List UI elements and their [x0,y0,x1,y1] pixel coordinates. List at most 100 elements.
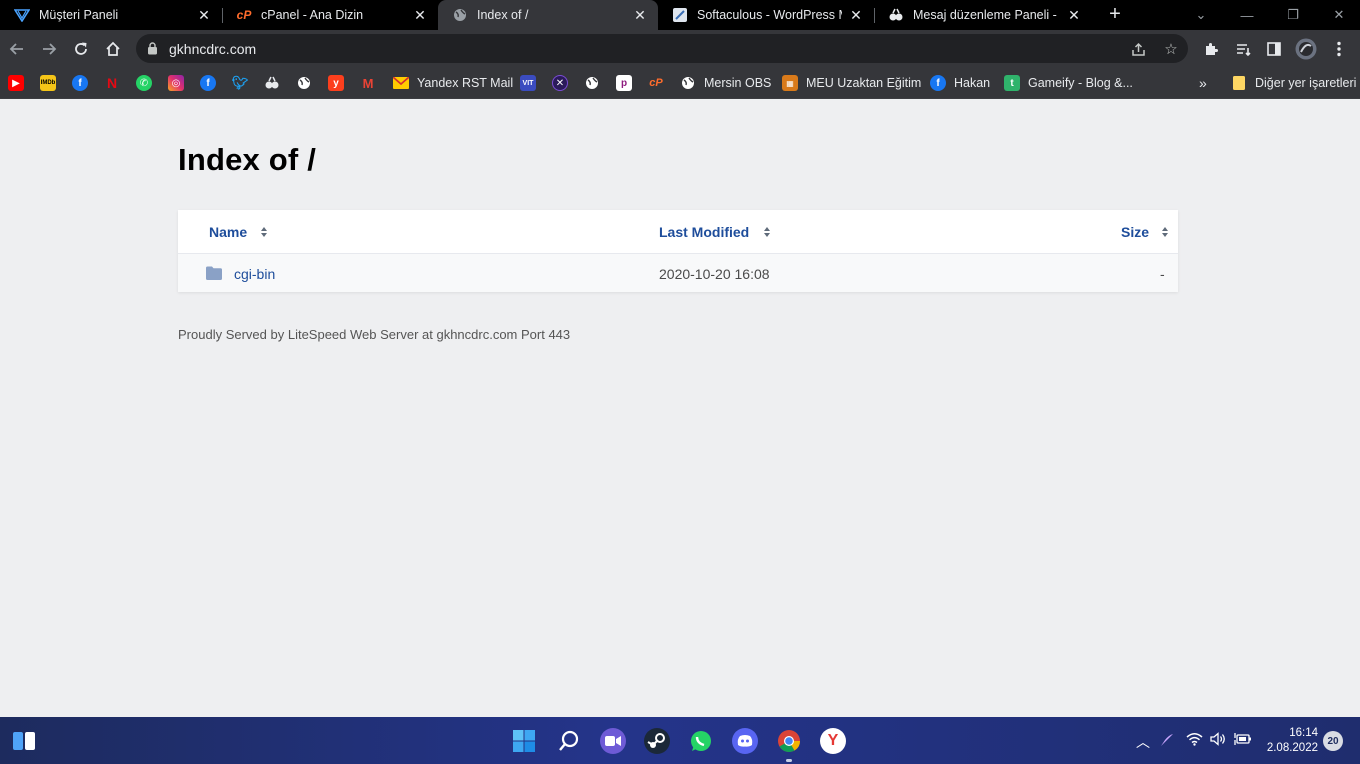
teams-chat-button[interactable] [600,728,626,754]
chevron-up-icon[interactable]: ︿ [1136,732,1150,752]
bookmark-facebook-2[interactable]: f [200,74,216,92]
steam-button[interactable] [644,728,670,754]
column-header-name[interactable]: Name [209,224,247,240]
start-button[interactable] [511,728,537,754]
tab-musteri-paneli[interactable]: Müşteri Paneli ✕ [0,0,222,30]
bookmark-whatsapp[interactable]: ✆ [136,74,152,92]
reading-list-button[interactable] [1230,36,1256,62]
speaker-icon[interactable] [1210,732,1227,749]
sort-icon[interactable] [260,226,268,238]
discord-icon [737,735,753,747]
wifi-icon[interactable] [1186,732,1203,749]
bookmark-p[interactable]: p [616,74,632,92]
menu-button[interactable] [1326,36,1352,62]
other-bookmarks-folder[interactable]: Diğer yer işaretleri [1231,74,1356,92]
bookmark-gmail[interactable]: M [360,74,376,92]
imdb-icon: IMDb [40,75,56,91]
new-tab-button[interactable]: + [1104,4,1126,26]
bookmark-label: Hakan [954,76,991,90]
bookmark-twitter[interactable]: 🐦︎ [232,74,249,92]
bookmark-label: Gameify - Blog &... [1028,76,1133,90]
bookmark-r10[interactable] [264,74,280,92]
tab-cpanel[interactable]: cP cPanel - Ana Dizin ✕ [222,0,438,30]
whatsapp-button[interactable] [688,728,714,754]
puzzle-icon [1206,43,1218,55]
tab-index-of[interactable]: Index of / ✕ [438,0,658,30]
bookmark-globe[interactable] [296,74,312,92]
home-button[interactable] [100,36,126,62]
bookmark-globe-2[interactable] [584,74,600,92]
gmail-icon: M [362,75,374,91]
bookmark-youtube[interactable]: ▶ [8,74,24,92]
close-icon[interactable]: ✕ [196,7,212,24]
bookmark-yandex[interactable]: y [328,74,344,92]
search-button[interactable] [556,728,582,754]
bookmark-label: Mersin OBS [704,76,772,90]
bookmark-hakan[interactable]: f Hakan [930,74,990,92]
bookmark-yandex-rst-mail[interactable]: Yandex RST Mail [393,74,513,92]
battery-icon[interactable] [1234,732,1252,749]
extensions-button[interactable] [1198,36,1224,62]
address-bar[interactable]: gkhncdrc.com ☆ [136,34,1188,63]
bookmark-instagram[interactable]: ◎ [168,74,184,92]
netflix-icon: N [106,75,118,91]
share-icon[interactable] [1129,40,1147,58]
table-row[interactable]: cgi-bin 2020-10-20 16:08 - [178,254,1178,292]
youtube-icon: ▶ [8,75,24,91]
column-header-size[interactable]: Size [1121,224,1149,240]
sort-icon[interactable] [763,226,771,238]
reload-button[interactable] [68,36,94,62]
side-panel-button[interactable] [1261,36,1287,62]
sort-icon[interactable] [1161,226,1169,238]
tab-search-icon[interactable]: ⌄ [1178,0,1224,30]
folder-icon [206,266,222,280]
close-icon[interactable]: ✕ [412,7,428,24]
discord-button[interactable] [732,728,758,754]
feather-icon[interactable] [1159,732,1175,751]
globe-icon [452,7,468,23]
bookmark-star-icon[interactable]: ☆ [1162,40,1180,58]
close-icon[interactable]: ✕ [848,7,864,24]
reload-icon [75,42,87,55]
arrow-left-icon [9,43,23,55]
minimize-button[interactable]: — [1224,0,1270,30]
tab-softaculous[interactable]: Softaculous - WordPress Ma ✕ [658,0,874,30]
bookmark-mersin-obs[interactable]: Mersin OBS [680,74,771,92]
bookmark-cpanel[interactable]: cP [648,74,664,92]
bookmark-meu-uzaktan[interactable]: ▦ MEU Uzaktan Eğitim [782,74,921,92]
column-header-last-modified[interactable]: Last Modified [659,224,749,240]
tab-title: Mesaj düzenleme Paneli - R1 [913,8,1060,22]
avatar-icon [1295,38,1317,60]
back-button[interactable] [4,36,30,62]
bookmark-facebook[interactable]: f [72,74,88,92]
bookmark-vit[interactable]: VIT [520,74,536,92]
forward-button[interactable] [36,36,62,62]
facebook-icon: f [930,75,946,91]
arrow-right-icon [43,43,57,55]
close-window-button[interactable]: ✕ [1316,0,1360,30]
tab-title: cPanel - Ana Dizin [261,8,364,22]
meu-icon: ▦ [782,75,798,91]
bookmarks-overflow-button[interactable]: » [1199,74,1207,92]
system-clock[interactable]: 16:14 2.08.2022 [1262,726,1318,756]
table-header: Name Last Modified Size [178,210,1178,254]
close-icon[interactable]: ✕ [1066,7,1082,24]
widgets-button[interactable] [11,728,37,754]
restore-button[interactable]: ❐ [1270,0,1316,30]
bookmark-crypto[interactable]: ✕ [552,74,568,92]
bookmark-netflix[interactable]: N [104,74,120,92]
url-text[interactable]: gkhncdrc.com [169,41,256,57]
close-icon[interactable]: ✕ [632,7,648,24]
tab-mesaj-duzenleme[interactable]: Mesaj düzenleme Paneli - R1 ✕ [874,0,1092,30]
notification-badge[interactable]: 20 [1323,731,1343,751]
chrome-button[interactable] [776,728,802,754]
yandex-browser-button[interactable]: Y [820,728,846,754]
yandex-icon: y [328,75,344,91]
windows-taskbar: Y ︿ 16:14 2.08.2022 20 [0,717,1360,764]
bookmark-gameify[interactable]: t Gameify - Blog &... [1004,74,1133,92]
profile-avatar[interactable] [1293,36,1319,62]
bookmark-label: MEU Uzaktan Eğitim [806,76,922,90]
bookmark-imdb[interactable]: IMDb [40,74,56,92]
chrome-icon [778,730,800,752]
file-name-link[interactable]: cgi-bin [234,266,275,282]
